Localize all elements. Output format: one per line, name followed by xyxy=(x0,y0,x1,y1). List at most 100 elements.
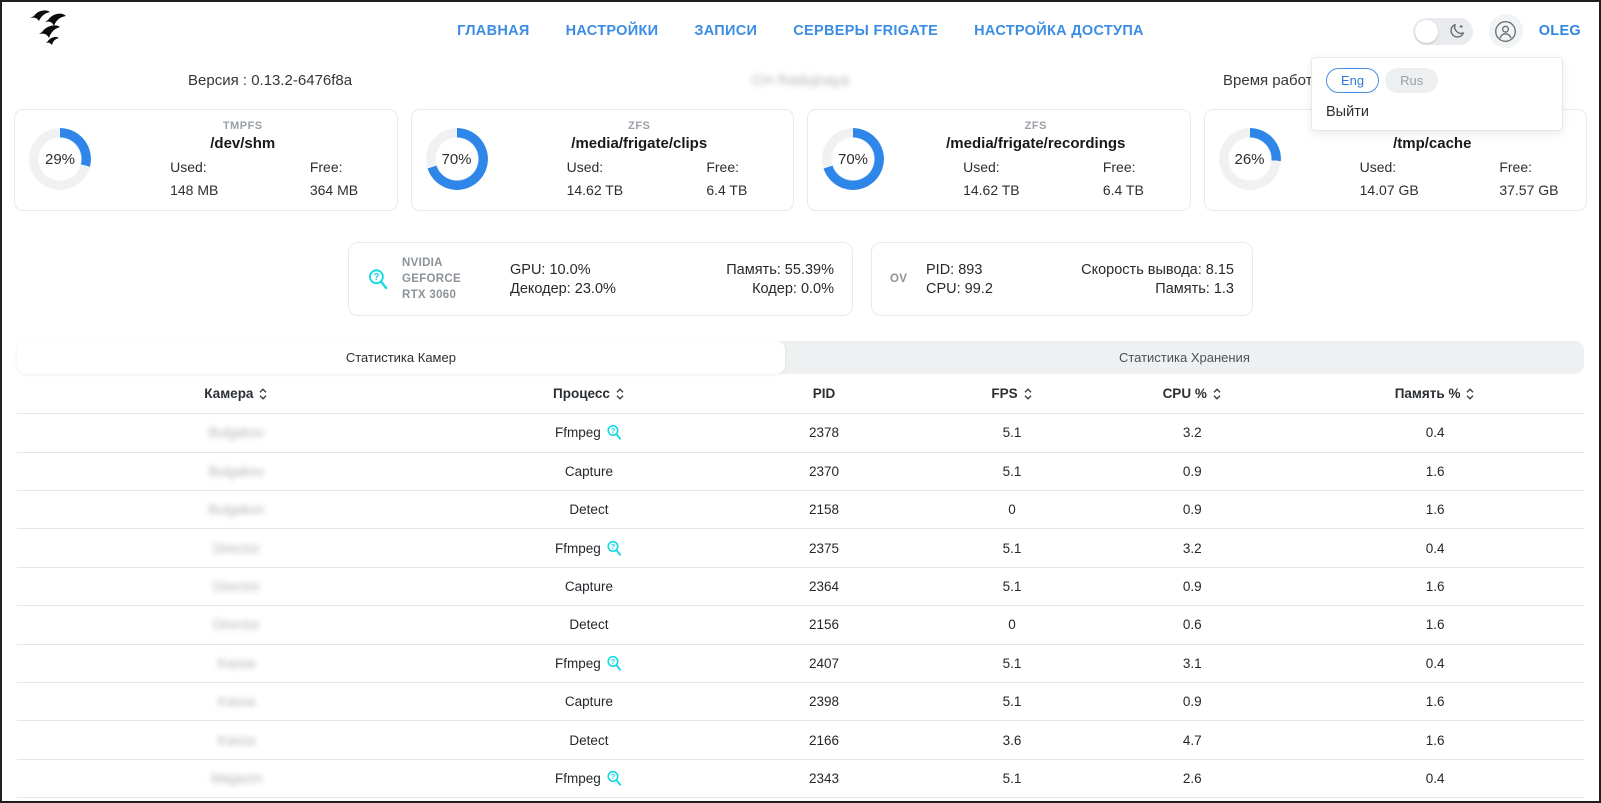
camera-name: Director xyxy=(213,579,260,594)
nav-settings[interactable]: НАСТРОЙКИ xyxy=(566,23,659,39)
camera-name: Kassa xyxy=(218,733,256,748)
tab-camera-stats[interactable]: Статистика Камер xyxy=(17,341,785,374)
ov-cpu: CPU: 99.2 xyxy=(926,281,993,297)
ov-label: OV xyxy=(890,271,914,287)
gpu-name-line1: NVIDIA GEFORCE xyxy=(402,255,498,287)
mount-path: /tmp/cache xyxy=(1293,135,1573,152)
disk-usage-percent: 26% xyxy=(1234,151,1264,168)
free-value: 37.57 GB xyxy=(1499,182,1572,198)
free-value: 6.4 TB xyxy=(1103,182,1176,198)
disk-usage-percent: 70% xyxy=(838,151,868,168)
cpu-value: 3.1 xyxy=(1183,656,1202,671)
ov-memory: Память: 1.3 xyxy=(1081,281,1234,297)
used-label: Used: xyxy=(963,159,1036,175)
header-fps[interactable]: FPS xyxy=(926,386,1098,401)
table-header-row: Камера Процесс PID FPS CPU % Память % xyxy=(17,374,1584,414)
search-question-icon[interactable]: ? xyxy=(606,770,623,787)
username-button[interactable]: OLEG xyxy=(1539,23,1581,39)
nav-records[interactable]: ЗАПИСИ xyxy=(694,23,757,39)
camera-name: Kassa xyxy=(218,656,256,671)
fps-value: 0 xyxy=(1008,502,1016,517)
table-row: Bulgakov Ffmpeg ? 2378 5.1 3.2 0.4 xyxy=(17,414,1584,452)
process-name: Ffmpeg xyxy=(555,656,601,671)
person-icon xyxy=(1494,20,1517,43)
fps-value: 3.6 xyxy=(1003,733,1022,748)
gpu-decoder: Декодер: 23.0% xyxy=(510,281,616,297)
process-cards-row: ? NVIDIA GEFORCE RTX 3060 GPU: 10.0% Дек… xyxy=(2,242,1599,316)
header-process[interactable]: Процесс xyxy=(456,386,722,401)
search-question-icon: ? xyxy=(367,268,390,291)
svg-text:?: ? xyxy=(373,272,379,283)
table-row: Director Ffmpeg ? 2375 5.1 3.2 0.4 xyxy=(17,529,1584,567)
stats-tabs: Статистика Камер Статистика Хранения xyxy=(17,341,1584,374)
pid-value: 2375 xyxy=(809,541,839,556)
cpu-value: 3.2 xyxy=(1183,425,1202,440)
pid-value: 2166 xyxy=(809,733,839,748)
pid-value: 2407 xyxy=(809,656,839,671)
used-label: Used: xyxy=(567,159,640,175)
memory-value: 0.4 xyxy=(1426,771,1445,786)
memory-value: 1.6 xyxy=(1426,579,1445,594)
cpu-value: 0.6 xyxy=(1183,617,1202,632)
free-value: 6.4 TB xyxy=(706,182,779,198)
lang-eng-button[interactable]: Eng xyxy=(1326,68,1379,93)
sort-icon xyxy=(1023,387,1033,401)
gpu-name-line2: RTX 3060 xyxy=(402,287,498,303)
topbar-controls: OLEG xyxy=(1413,14,1581,48)
disk-usage-donut: 70% xyxy=(822,128,884,190)
used-value: 14.07 GB xyxy=(1360,182,1433,198)
tab-storage-stats[interactable]: Статистика Хранения xyxy=(785,341,1584,374)
gpu-encoder: Кодер: 0.0% xyxy=(726,281,834,297)
search-question-icon[interactable]: ? xyxy=(606,424,623,441)
cpu-value: 3.2 xyxy=(1183,541,1202,556)
process-name: Capture xyxy=(565,464,613,479)
cpu-value: 0.9 xyxy=(1183,464,1202,479)
header-memory[interactable]: Память % xyxy=(1286,386,1584,401)
disk-usage-percent: 29% xyxy=(45,151,75,168)
free-label: Free: xyxy=(1103,159,1176,175)
sort-icon xyxy=(258,387,268,401)
app-window: ГЛАВНАЯ НАСТРОЙКИ ЗАПИСИ СЕРВЕРЫ FRIGATE… xyxy=(0,0,1601,803)
cpu-value: 0.9 xyxy=(1183,694,1202,709)
search-question-icon[interactable]: ? xyxy=(606,655,623,672)
camera-name: Bulgakov xyxy=(209,502,265,517)
pid-value: 2370 xyxy=(809,464,839,479)
toggle-knob xyxy=(1415,20,1438,43)
nav-home[interactable]: ГЛАВНАЯ xyxy=(457,23,529,39)
camera-name: Kassa xyxy=(218,694,256,709)
header-cpu[interactable]: CPU % xyxy=(1098,386,1286,401)
table-row: Bulgakov Capture 2370 5.1 0.9 1.6 xyxy=(17,453,1584,491)
fps-value: 5.1 xyxy=(1003,656,1022,671)
user-avatar[interactable] xyxy=(1489,14,1523,48)
logout-menu-item[interactable]: Выйти xyxy=(1326,104,1548,120)
fs-type-label: ZFS xyxy=(896,120,1176,132)
pid-value: 2343 xyxy=(809,771,839,786)
nav-frigate-servers[interactable]: СЕРВЕРЫ FRIGATE xyxy=(793,23,938,39)
disk-usage-donut: 29% xyxy=(29,128,91,190)
sort-icon xyxy=(615,387,625,401)
ov-card: OV PID: 893 CPU: 99.2 Скорость вывода: 8… xyxy=(871,242,1253,316)
lang-rus-button[interactable]: Rus xyxy=(1385,68,1438,93)
process-name: Capture xyxy=(565,579,613,594)
free-label: Free: xyxy=(706,159,779,175)
memory-value: 1.6 xyxy=(1426,502,1445,517)
nav-access-settings[interactable]: НАСТРОЙКА ДОСТУПА xyxy=(974,23,1144,39)
gpu-memory: Память: 55.39% xyxy=(726,262,834,278)
storage-card-dev-shm: 29% TMPFS /dev/shm Used:148 MB Free:364 … xyxy=(14,109,398,211)
gpu-name: NVIDIA GEFORCE RTX 3060 xyxy=(402,255,498,303)
fps-value: 5.1 xyxy=(1003,771,1022,786)
used-label: Used: xyxy=(170,159,243,175)
mount-path: /dev/shm xyxy=(103,135,383,152)
used-value: 14.62 TB xyxy=(567,182,640,198)
header-pid: PID xyxy=(722,386,926,401)
header-camera[interactable]: Камера xyxy=(17,386,456,401)
memory-value: 0.4 xyxy=(1426,425,1445,440)
storage-card-clips: 70% ZFS /media/frigate/clips Used:14.62 … xyxy=(411,109,795,211)
used-label: Used: xyxy=(1360,159,1433,175)
theme-toggle[interactable] xyxy=(1413,18,1473,45)
svg-text:?: ? xyxy=(611,657,615,666)
gpu-usage: GPU: 10.0% xyxy=(510,262,616,278)
process-name: Detect xyxy=(569,617,608,632)
table-row: Director Detect 2156 0 0.6 1.6 xyxy=(17,606,1584,644)
search-question-icon[interactable]: ? xyxy=(606,540,623,557)
